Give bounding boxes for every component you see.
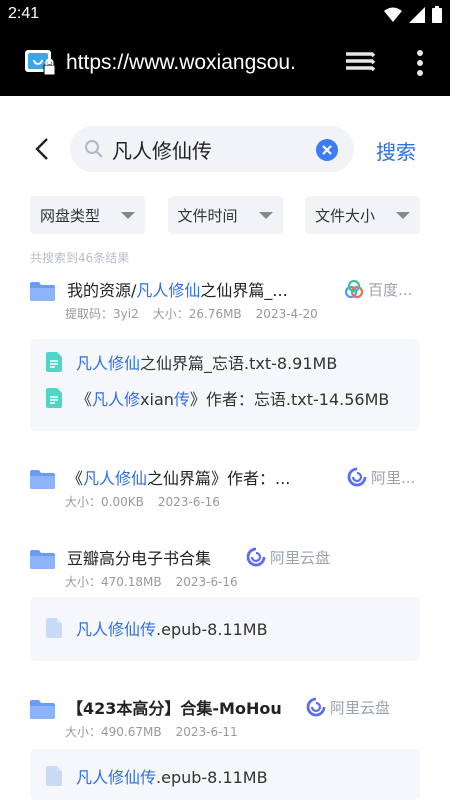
source-badge: 阿里... (347, 465, 420, 489)
chevron-down-icon (396, 211, 410, 219)
baidu-cloud-icon (344, 279, 364, 299)
file-item[interactable]: 凡人修仙传.epub-8.11MB (46, 615, 268, 641)
result-count: 共搜索到46条结果 (30, 251, 130, 265)
file-list: 凡人修仙传.epub-8.11MB (30, 749, 420, 800)
status-time: 2:41 (8, 5, 40, 22)
chevron-down-icon (121, 211, 135, 219)
battery-icon (432, 6, 442, 23)
browser-toolbar: https://www.woxiangsou. (0, 30, 450, 96)
address-bar[interactable]: https://www.woxiangsou. (66, 48, 322, 78)
txt-file-icon (46, 388, 62, 408)
filter-bar: 网盘类型 文件时间 文件大小 (30, 196, 420, 234)
back-arrow-icon[interactable] (30, 136, 56, 162)
filter-cloud-type[interactable]: 网盘类型 (30, 196, 145, 234)
more-menu-icon[interactable] (412, 48, 428, 78)
epub-file-icon (46, 618, 62, 638)
chevron-down-icon (258, 211, 273, 219)
filter-file-size[interactable]: 文件大小 (305, 196, 420, 234)
source-badge: 阿里云盘 (306, 695, 416, 719)
folder-icon (30, 282, 55, 301)
filter-file-time[interactable]: 文件时间 (167, 196, 283, 234)
system-icons (384, 6, 442, 23)
source-label: 阿里云盘 (330, 698, 391, 717)
search-button[interactable]: 搜索 (376, 136, 416, 165)
aliyun-drive-icon (246, 547, 266, 567)
result-title[interactable]: 【423本高分】合集-MoHou (67, 695, 282, 719)
search-input[interactable] (112, 136, 302, 162)
signal-icon (409, 6, 425, 23)
result-title[interactable]: 《凡人修仙之仙界篇》作者：... (67, 465, 329, 489)
filter-label: 文件时间 (177, 206, 238, 225)
source-label: 阿里云盘 (270, 548, 331, 567)
result-item[interactable]: 豆瓣高分电子书合集 阿里云盘 大小：470.18MB 2023-6-16 凡人修仙… (30, 545, 420, 661)
folder-icon (30, 470, 55, 489)
source-badge: 阿里云盘 (246, 545, 356, 569)
txt-file-icon (46, 352, 62, 372)
result-item[interactable]: 【423本高分】合集-MoHou 阿里云盘 大小：490.67MB 2023-6-… (30, 695, 420, 800)
filter-label: 网盘类型 (40, 206, 101, 225)
epub-file-icon (46, 766, 62, 786)
search-box[interactable] (70, 126, 354, 172)
tabs-icon[interactable] (344, 50, 376, 76)
search-icon (85, 140, 103, 158)
result-meta: 大小：490.67MB 2023-6-11 (65, 725, 238, 739)
result-item[interactable]: 《凡人修仙之仙界篇》作者：... 阿里... 大小：0.00KB 2023-6-1… (30, 465, 420, 515)
file-item[interactable]: 凡人修仙之仙界篇_忘语.txt-8.91MB (46, 349, 337, 375)
result-meta: 提取码：3yi2 大小：26.76MB 2023-4-20 (65, 307, 318, 321)
file-list: 凡人修仙之仙界篇_忘语.txt-8.91MB 《凡人修xian传》作者：忘语.t… (30, 339, 420, 431)
folder-icon (30, 700, 55, 719)
aliyun-drive-icon (347, 467, 367, 487)
site-lock-icon[interactable] (24, 48, 56, 78)
folder-icon (30, 550, 55, 569)
result-meta: 大小：0.00KB 2023-6-16 (65, 495, 220, 509)
clear-icon[interactable] (316, 139, 338, 161)
result-title[interactable]: 豆瓣高分电子书合集 (67, 545, 211, 569)
file-item[interactable]: 《凡人修xian传》作者：忘语.txt-14.56MB (46, 385, 389, 411)
source-label: 百度... (368, 280, 413, 299)
result-item[interactable]: 我的资源/凡人修仙之仙界篇_... 百度... 提取码：3yi2 大小：26.76… (30, 277, 420, 431)
result-title[interactable]: 我的资源/凡人修仙之仙界篇_... (67, 277, 319, 301)
result-meta: 大小：470.18MB 2023-6-16 (65, 575, 238, 589)
filter-label: 文件大小 (315, 206, 376, 225)
wifi-icon (384, 7, 402, 22)
source-label: 阿里... (371, 468, 416, 487)
status-bar: 2:41 (0, 0, 450, 30)
aliyun-drive-icon (306, 697, 326, 717)
file-item[interactable]: 凡人修仙传.epub-8.11MB (46, 763, 268, 789)
source-badge: 百度... (344, 277, 424, 301)
file-list: 凡人修仙传.epub-8.11MB (30, 597, 420, 661)
